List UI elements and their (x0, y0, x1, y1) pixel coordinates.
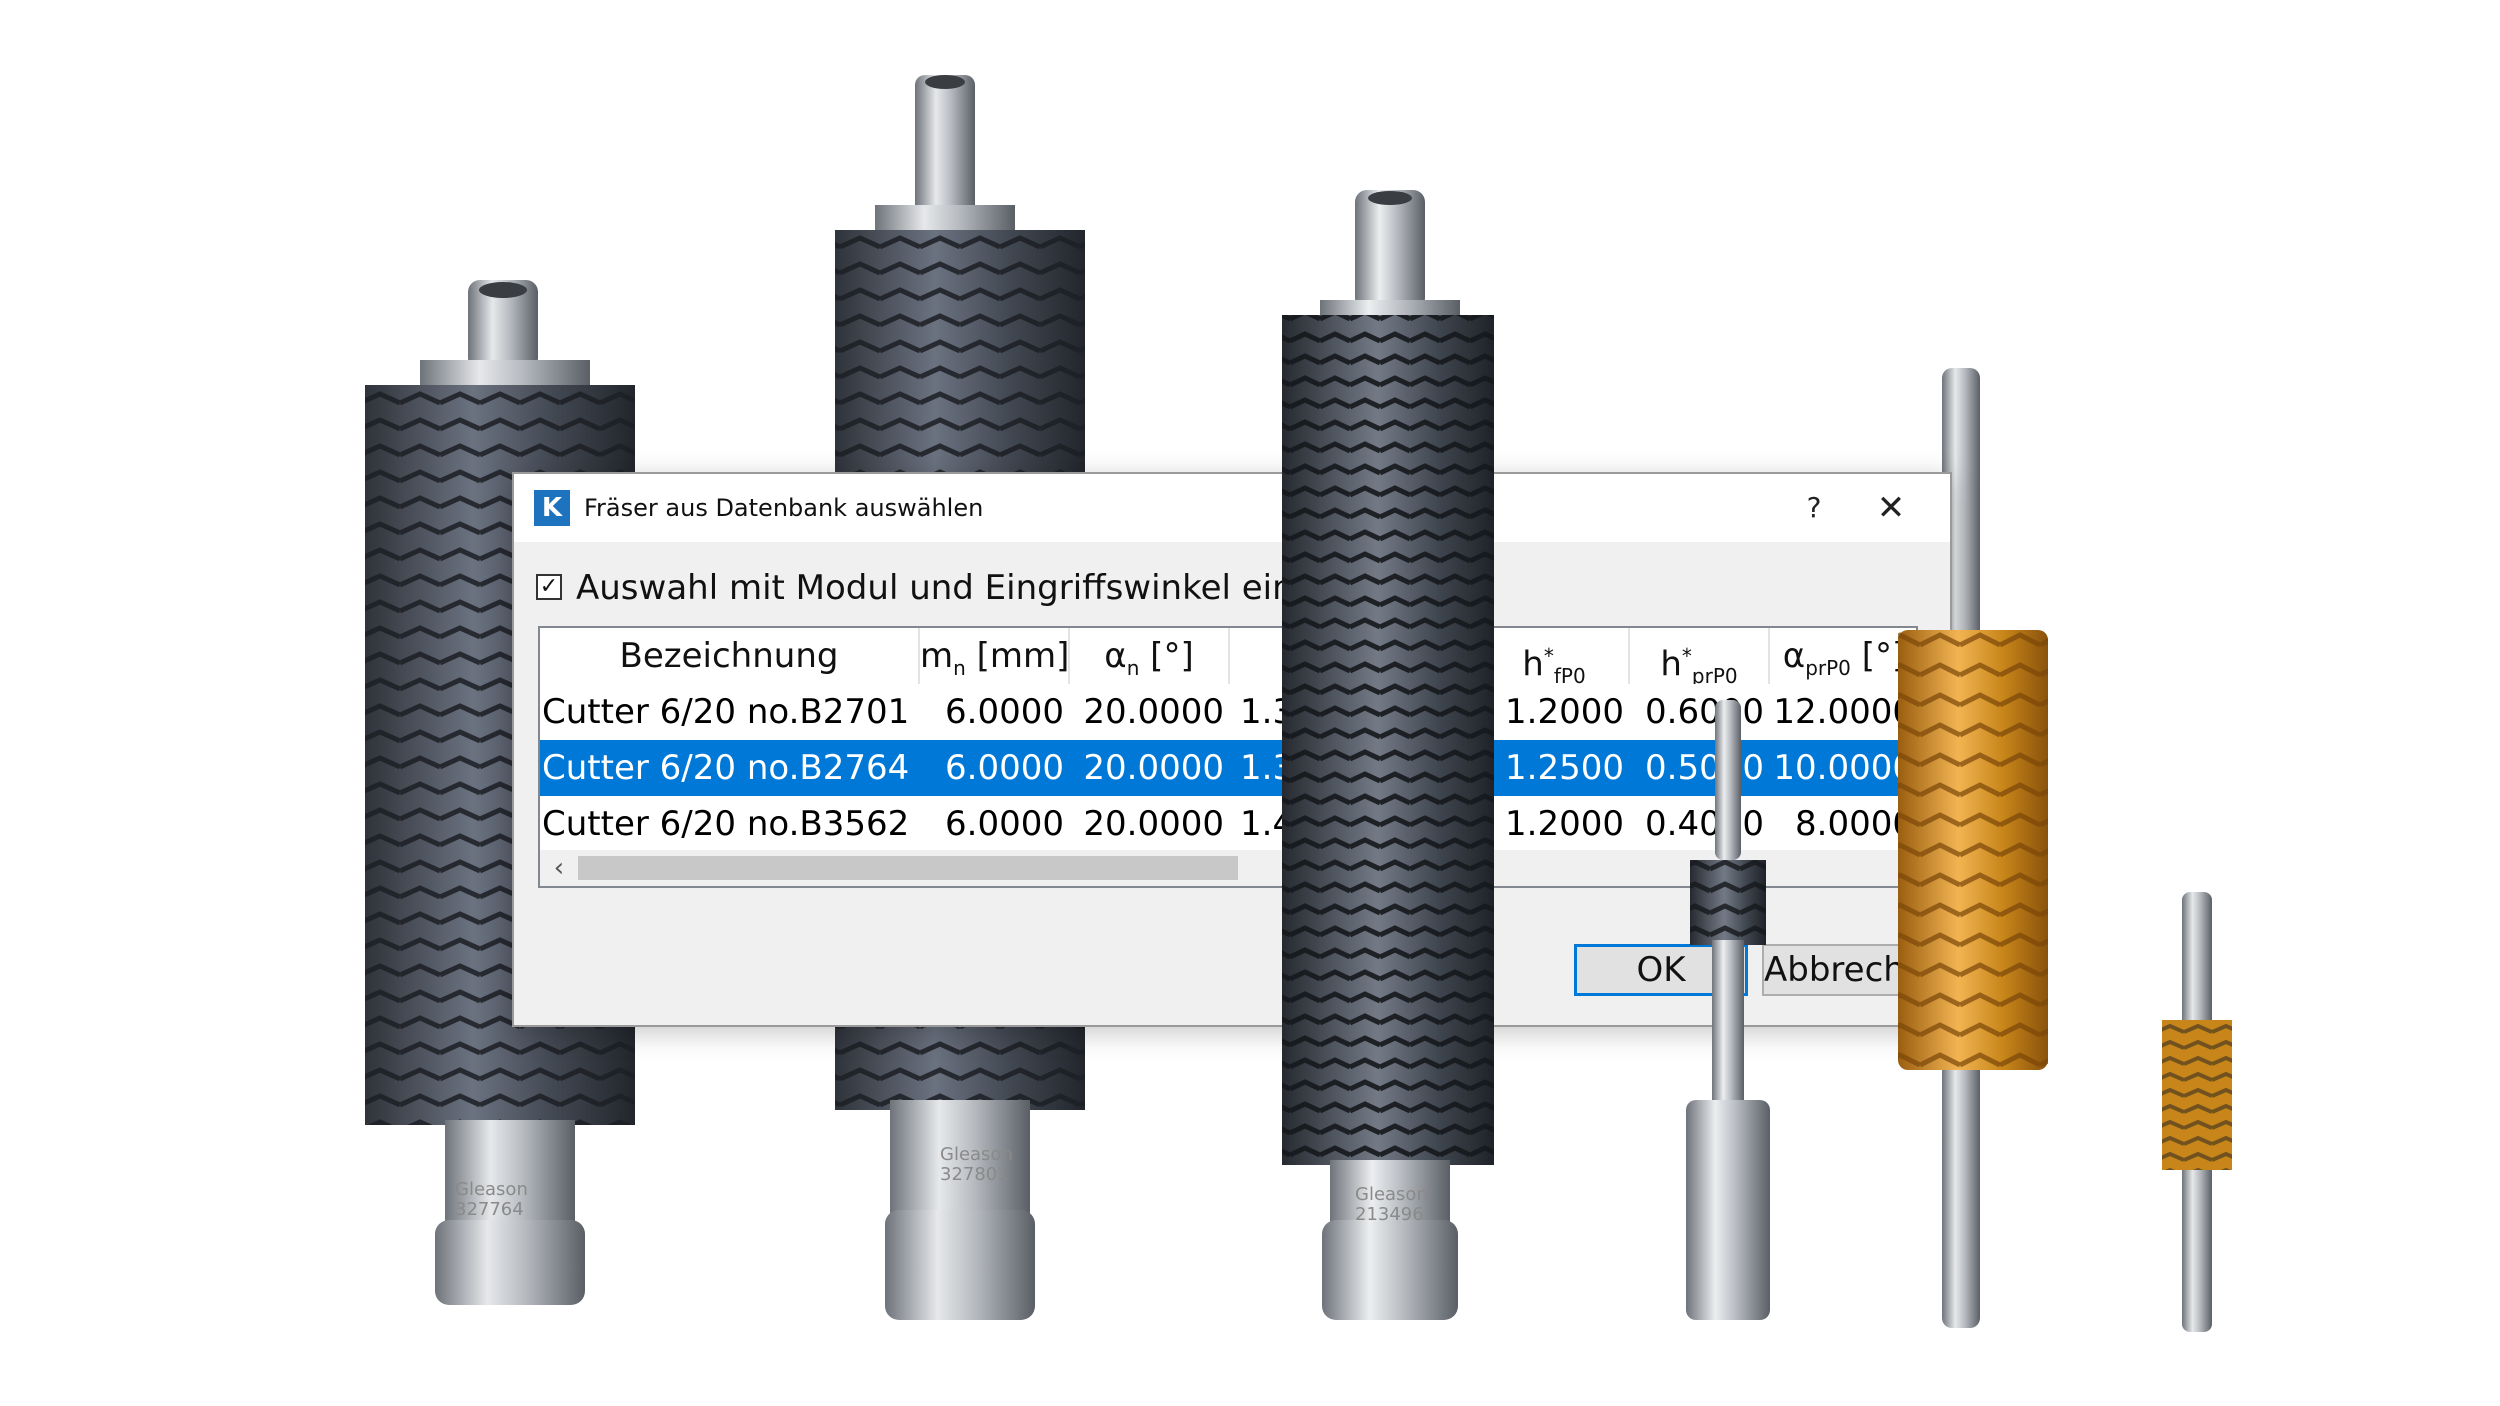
cell-name: Cutter 6/20 no.B2764 (542, 748, 910, 788)
cell-hpr: 0.4000 (1645, 804, 1764, 844)
close-icon[interactable]: ✕ (1866, 486, 1916, 530)
table-row[interactable]: Cutter 6/20 no.B3562 6.0000 20.0000 1.4 … (540, 796, 1916, 852)
filter-label: Auswahl mit Modul und Eingriffswinkel ei… (576, 568, 1469, 608)
table-row[interactable]: Cutter 6/20 no.B2701 6.0000 20.0000 1.3 … (540, 684, 1916, 740)
column-header-alpha-n[interactable]: αn [°] (1070, 628, 1230, 684)
cell-apr: 10.0000 (1773, 748, 1914, 788)
title-bar: K Fräser aus Datenbank auswählen ? ✕ (514, 474, 1950, 542)
cell-hpr: 0.6000 (1645, 692, 1764, 732)
cell-ha: 1.3 (1240, 692, 1295, 732)
cell-an: 20.0000 (1083, 692, 1224, 732)
cell-hf: 1.2500 (1505, 748, 1624, 788)
scroll-left-icon[interactable]: ‹ (546, 850, 572, 886)
cell-mn: 6.0000 (945, 804, 1064, 844)
column-header-hpr[interactable]: h*prP0 (1630, 628, 1770, 684)
column-header-hf[interactable]: h*fP0 (1480, 628, 1630, 684)
cell-hf: 1.2000 (1505, 804, 1624, 844)
cell-ha: 1.3 (1240, 748, 1295, 788)
column-header-bezeichnung[interactable]: Bezeichnung (540, 628, 920, 684)
help-button[interactable]: ? (1792, 486, 1836, 530)
cell-apr: 12.0000 (1773, 692, 1914, 732)
cell-ha: 1.4 (1240, 804, 1295, 844)
table-header: Bezeichnung mn [mm] αn [°] h*aP0 h*fP0 h… (540, 628, 1916, 684)
cell-mn: 6.0000 (945, 692, 1064, 732)
cell-an: 20.0000 (1083, 804, 1224, 844)
horizontal-scrollbar[interactable]: ‹ (540, 850, 1916, 886)
cell-hpr: 0.5000 (1645, 748, 1764, 788)
scroll-thumb[interactable] (578, 856, 1238, 880)
column-header-mn[interactable]: mn [mm] (920, 628, 1070, 684)
cell-hf: 1.2000 (1505, 692, 1624, 732)
column-header-ha[interactable]: h*aP0 (1230, 628, 1480, 684)
cutter-table: Bezeichnung mn [mm] αn [°] h*aP0 h*fP0 h… (538, 626, 1918, 888)
ok-button[interactable]: OK (1574, 944, 1748, 996)
cutter-selection-dialog: K Fräser aus Datenbank auswählen ? ✕ ✓ A… (512, 472, 1952, 1027)
cell-apr: 8.0000 (1795, 804, 1914, 844)
column-header-alpha-pr[interactable]: αprP0 [°] (1770, 628, 1916, 684)
cancel-button[interactable]: Abbrechen (1762, 944, 1936, 996)
small-gold-tool (2162, 892, 2232, 1332)
app-logo-icon: K (534, 490, 570, 526)
table-row-selected[interactable]: Cutter 6/20 no.B2764 6.0000 20.0000 1.3 … (540, 740, 1916, 796)
cell-name: Cutter 6/20 no.B3562 (542, 804, 910, 844)
dialog-title: Fräser aus Datenbank auswählen (584, 494, 984, 522)
cell-name: Cutter 6/20 no.B2701 (542, 692, 910, 732)
cell-mn: 6.0000 (945, 748, 1064, 788)
cell-an: 20.0000 (1083, 748, 1224, 788)
filter-checkbox[interactable]: ✓ (536, 574, 562, 600)
